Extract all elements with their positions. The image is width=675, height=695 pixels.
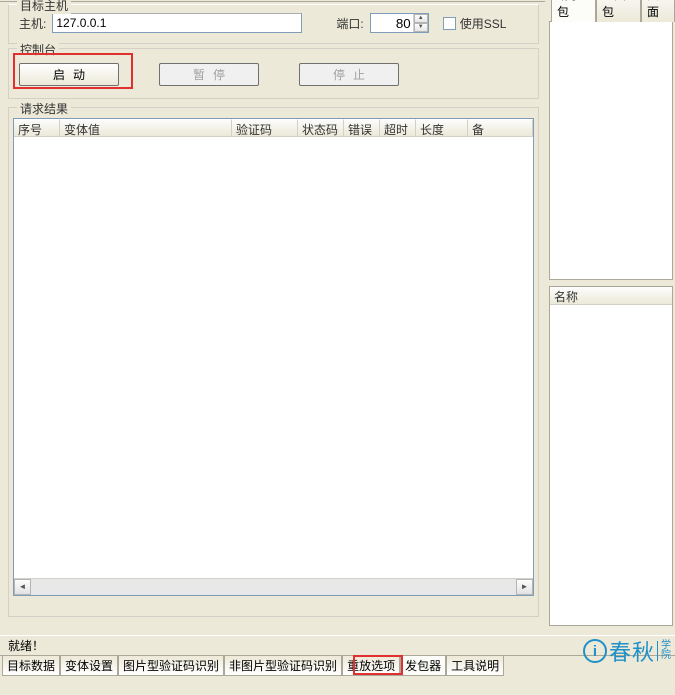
results-h-scrollbar[interactable]: ◄ ► [14,578,533,595]
scroll-right-button[interactable]: ► [516,579,533,595]
col-error[interactable]: 错误 [344,119,380,136]
ssl-label: 使用SSL [460,15,507,32]
pause-button[interactable]: 暂停 [159,63,259,86]
results-legend: 请求结果 [17,100,71,117]
col-captcha[interactable]: 验证码 [232,119,298,136]
tab-image-captcha[interactable]: 图片型验证码识别 [118,656,224,676]
col-remark[interactable]: 备 [468,119,533,136]
tab-packet-sender[interactable]: 发包器 [400,656,446,676]
start-button[interactable]: 启动 [19,63,119,86]
port-input[interactable] [371,14,413,32]
col-status[interactable]: 状态码 [298,119,344,136]
tab-replay-options[interactable]: 重放选项 [342,656,400,676]
port-up-button[interactable]: ▲ [414,14,428,23]
col-seq[interactable]: 序号 [14,119,60,136]
results-body [14,137,533,578]
tab-page[interactable]: 页面 [641,0,675,22]
target-host-legend: 目标主机 [17,0,71,14]
results-header: 序号 变体值 验证码 状态码 错误 超时 长度 备 [14,119,533,137]
host-input[interactable] [52,13,302,33]
tab-target-data[interactable]: 目标数据 [2,656,60,676]
col-timeout[interactable]: 超时 [380,119,416,136]
port-spinner[interactable]: ▲ ▼ [370,13,429,33]
scroll-left-button[interactable]: ◄ [14,579,31,595]
tab-nonimage-captcha[interactable]: 非图片型验证码识别 [224,656,342,676]
target-host-group: 目标主机 主机: 端口: ▲ ▼ 使用SSL [8,4,539,44]
results-listview[interactable]: 序号 变体值 验证码 状态码 错误 超时 长度 备 ◄ ► [13,118,534,596]
stop-button[interactable]: 停止 [299,63,399,86]
port-label: 端口: [336,15,363,32]
tab-tool-desc[interactable]: 工具说明 [446,656,504,676]
host-label: 主机: [19,15,46,32]
col-variant[interactable]: 变体值 [60,119,232,136]
scroll-track[interactable] [31,579,516,595]
console-legend: 控制台 [17,41,59,58]
status-bar: 就绪！ [0,635,675,655]
port-down-button[interactable]: ▼ [414,23,428,32]
name-col-header[interactable]: 名称 [550,287,672,305]
right-tabstrip: 请求包 返回包 页面 [549,0,675,22]
ssl-checkbox[interactable] [443,17,456,30]
right-content-pane [549,22,673,280]
tab-response[interactable]: 返回包 [596,0,641,22]
status-text: 就绪！ [8,637,44,654]
results-group: 请求结果 序号 变体值 验证码 状态码 错误 超时 长度 备 ◄ ► [8,107,539,617]
col-length[interactable]: 长度 [416,119,468,136]
right-name-list[interactable]: 名称 [549,286,673,626]
tab-request[interactable]: 请求包 [551,0,596,22]
bottom-tabstrip: 目标数据 变体设置 图片型验证码识别 非图片型验证码识别 重放选项 发包器 工具… [0,655,675,675]
console-group: 控制台 启动 暂停 停止 [8,48,539,99]
tab-variant-settings[interactable]: 变体设置 [60,656,118,676]
